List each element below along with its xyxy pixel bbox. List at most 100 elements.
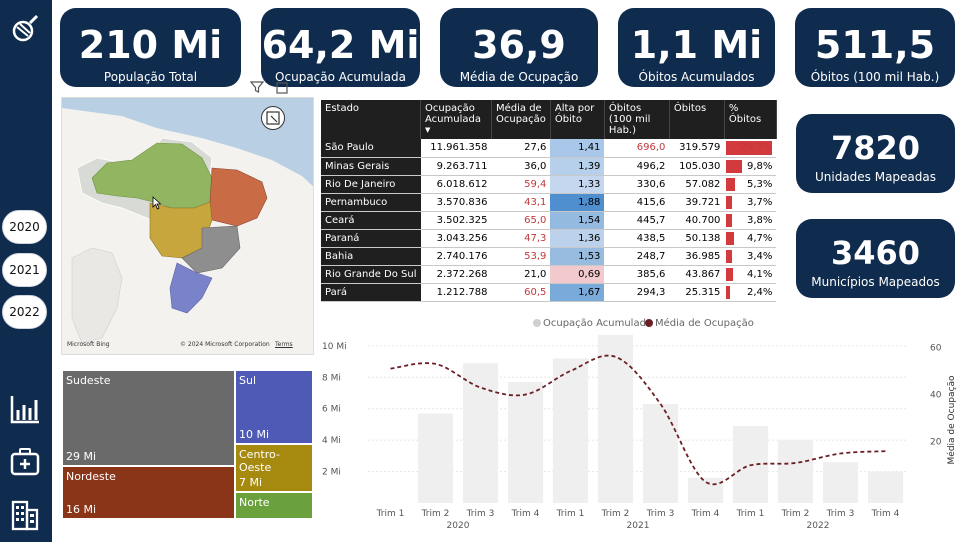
cell-obitos: 25.315 <box>669 283 725 302</box>
x-tick-label: Trim 3 <box>646 509 675 519</box>
pct-value: 3,4% <box>747 250 773 262</box>
medical-kit-icon[interactable] <box>8 445 42 479</box>
cell-estado: Pará <box>321 283 421 302</box>
x-tick-label: Trim 4 <box>871 509 900 519</box>
x-tick-label: Trim 4 <box>511 509 540 519</box>
bar-ocupacao <box>552 358 589 503</box>
treemap-sul[interactable]: Sul 10 Mi <box>235 370 313 444</box>
cell-alta: 1,53 <box>550 247 605 266</box>
column-header[interactable]: % Óbitos <box>724 100 777 139</box>
filter-icon[interactable] <box>250 80 264 94</box>
column-header[interactable]: Óbitos <box>669 100 725 139</box>
pct-value: 29,7% <box>740 142 773 154</box>
cell-pct: 3,4% <box>724 247 777 266</box>
kpi-label: Óbitos Acumulados <box>638 70 755 84</box>
pct-bar <box>726 159 742 173</box>
cell-pct: 4,7% <box>724 229 777 248</box>
cell-media: 21,0 <box>491 265 551 284</box>
x-tick-label: Trim 1 <box>376 509 405 519</box>
cell-pct: 5,3% <box>724 175 777 194</box>
kpi-label: População Total <box>103 70 198 84</box>
x-year-label: 2022 <box>807 521 830 531</box>
table-header-row: Estado Ocupação Acumulada ▼ Média de Ocupaç… <box>321 100 777 139</box>
bar-ocupacao <box>417 413 454 503</box>
treemap-label: Nordeste <box>66 470 116 483</box>
kpi-obitos-acumulados: 1,1 Mi Óbitos Acumulados <box>618 8 775 87</box>
expand-icon <box>266 111 280 125</box>
bar-ocupacao <box>687 477 724 503</box>
table-row[interactable]: Bahia 2.740.176 53,9 1,53 248,7 36.985 3,4% <box>321 247 777 266</box>
treemap-label: Norte <box>239 496 270 509</box>
treemap-nordeste[interactable]: Nordeste 16 Mi <box>62 466 235 519</box>
cell-ocupacao: 3.570.836 <box>420 193 492 212</box>
cell-obitos: 57.082 <box>669 175 725 194</box>
cell-pct: 2,4% <box>724 283 777 302</box>
kpi-label: Média de Ocupação <box>459 70 579 84</box>
y-left-tick-label: 6 Mi <box>322 405 341 415</box>
kpi-obitos-100mil: 511,5 Óbitos (100 mil Hab.) <box>795 8 955 87</box>
treemap-centro-oeste[interactable]: Centro-Oeste 7 Mi <box>235 444 313 492</box>
x-tick-label: Trim 4 <box>691 509 720 519</box>
pct-value: 9,8% <box>747 160 773 172</box>
map-visual[interactable]: Microsoft Bing © 2024 Microsoft Corporat… <box>61 97 314 355</box>
legend-label-ocupacao: Ocupação Acumulada <box>543 318 652 329</box>
table-row[interactable]: Ceará 3.502.325 65,0 1,54 445,7 40.700 3,8% <box>321 211 777 230</box>
cell-ocupacao: 3.043.256 <box>420 229 492 248</box>
column-header[interactable]: Óbitos (100 mil Hab.) <box>604 100 670 139</box>
pct-bar <box>726 285 731 299</box>
table-row[interactable]: Minas Gerais 9.263.711 36,0 1,39 496,2 105.03… <box>321 157 777 176</box>
kpi-label: Óbitos (100 mil Hab.) <box>810 70 940 84</box>
kpi-media-ocupacao: 36,9 Média de Ocupação <box>440 8 598 87</box>
cell-media: 60,5 <box>491 283 551 302</box>
sort-descending-icon[interactable]: ▼ <box>425 126 487 134</box>
table-row[interactable]: Paraná 3.043.256 47,3 1,36 438,5 50.138 4,7% <box>321 229 777 248</box>
kpi-value: 210 Mi <box>78 23 223 67</box>
cell-obitos100: 415,6 <box>604 193 670 212</box>
pct-value: 5,3% <box>747 178 773 190</box>
focus-mode-icon[interactable] <box>276 82 288 94</box>
bar-ocupacao <box>507 382 544 503</box>
logo-icon[interactable] <box>8 12 42 46</box>
table-row[interactable]: Rio De Janeiro 6.018.612 59,4 1,33 330,6 57.0… <box>321 175 777 194</box>
brazil-map[interactable] <box>62 98 314 355</box>
kpi-label: Unidades Mapeadas <box>814 170 937 184</box>
cell-media: 53,9 <box>491 247 551 266</box>
kpi-municipios-mapeados: 3460 Municípios Mapeados <box>796 219 955 298</box>
cell-alta: 1,39 <box>550 157 605 176</box>
column-header[interactable]: Média de Ocupação <box>491 100 551 139</box>
x-tick-label: Trim 1 <box>736 509 765 519</box>
kpi-value: 1,1 Mi <box>630 23 763 67</box>
year-filter-2021[interactable]: 2021 <box>2 253 47 287</box>
year-filter-2022[interactable]: 2022 <box>2 295 47 329</box>
ocupacao-combo-chart: 2 Mi 4 Mi 6 Mi 8 Mi 10 Mi 20 40 60 Média de Ocup… <box>322 317 957 531</box>
cell-estado: Rio Grande Do Sul <box>321 265 421 284</box>
pct-bar <box>726 177 735 191</box>
year-filter-2020[interactable]: 2020 <box>2 210 47 244</box>
map-expand-button[interactable] <box>261 106 285 130</box>
cell-estado: São Paulo <box>321 139 421 158</box>
cell-alta: 1,88 <box>550 193 605 212</box>
legend-marker-media <box>645 319 653 327</box>
treemap-sudeste[interactable]: Sudeste 29 Mi <box>62 370 235 466</box>
cell-obitos: 105.030 <box>669 157 725 176</box>
table-row[interactable]: Pernambuco 3.570.836 43,1 1,88 415,6 39.721 3,… <box>321 193 777 212</box>
building-icon[interactable] <box>8 498 42 532</box>
cell-ocupacao: 2.372.268 <box>420 265 492 284</box>
treemap-value: 7 Mi <box>239 476 263 489</box>
region-treemap: Sudeste 29 Mi Nordeste 16 Mi Sul 10 Mi C… <box>62 370 314 519</box>
pct-value: 3,7% <box>747 196 773 208</box>
y-right-tick-label: 20 <box>930 438 942 448</box>
map-terms-link[interactable]: Terms <box>275 341 293 348</box>
column-header[interactable]: Alta por Óbito <box>550 100 605 139</box>
table-row[interactable]: Pará 1.212.788 60,5 1,67 294,3 25.315 2,4% <box>321 283 777 302</box>
x-tick-label: Trim 1 <box>556 509 585 519</box>
legend-marker-ocupacao <box>533 319 541 327</box>
treemap-label: Centro-Oeste <box>239 448 280 474</box>
table-row[interactable]: Rio Grande Do Sul 2.372.268 21,0 0,69 385,6 4… <box>321 265 777 284</box>
treemap-norte[interactable]: Norte <box>235 492 313 519</box>
table-row[interactable]: São Paulo 11.961.358 27,6 1,41 696,0 319.579 2… <box>321 139 777 158</box>
kpi-value: 511,5 <box>814 23 936 67</box>
column-header[interactable]: Ocupação Acumulada ▼ <box>420 100 492 139</box>
column-header[interactable]: Estado <box>321 100 421 139</box>
chart-icon[interactable] <box>8 392 42 426</box>
